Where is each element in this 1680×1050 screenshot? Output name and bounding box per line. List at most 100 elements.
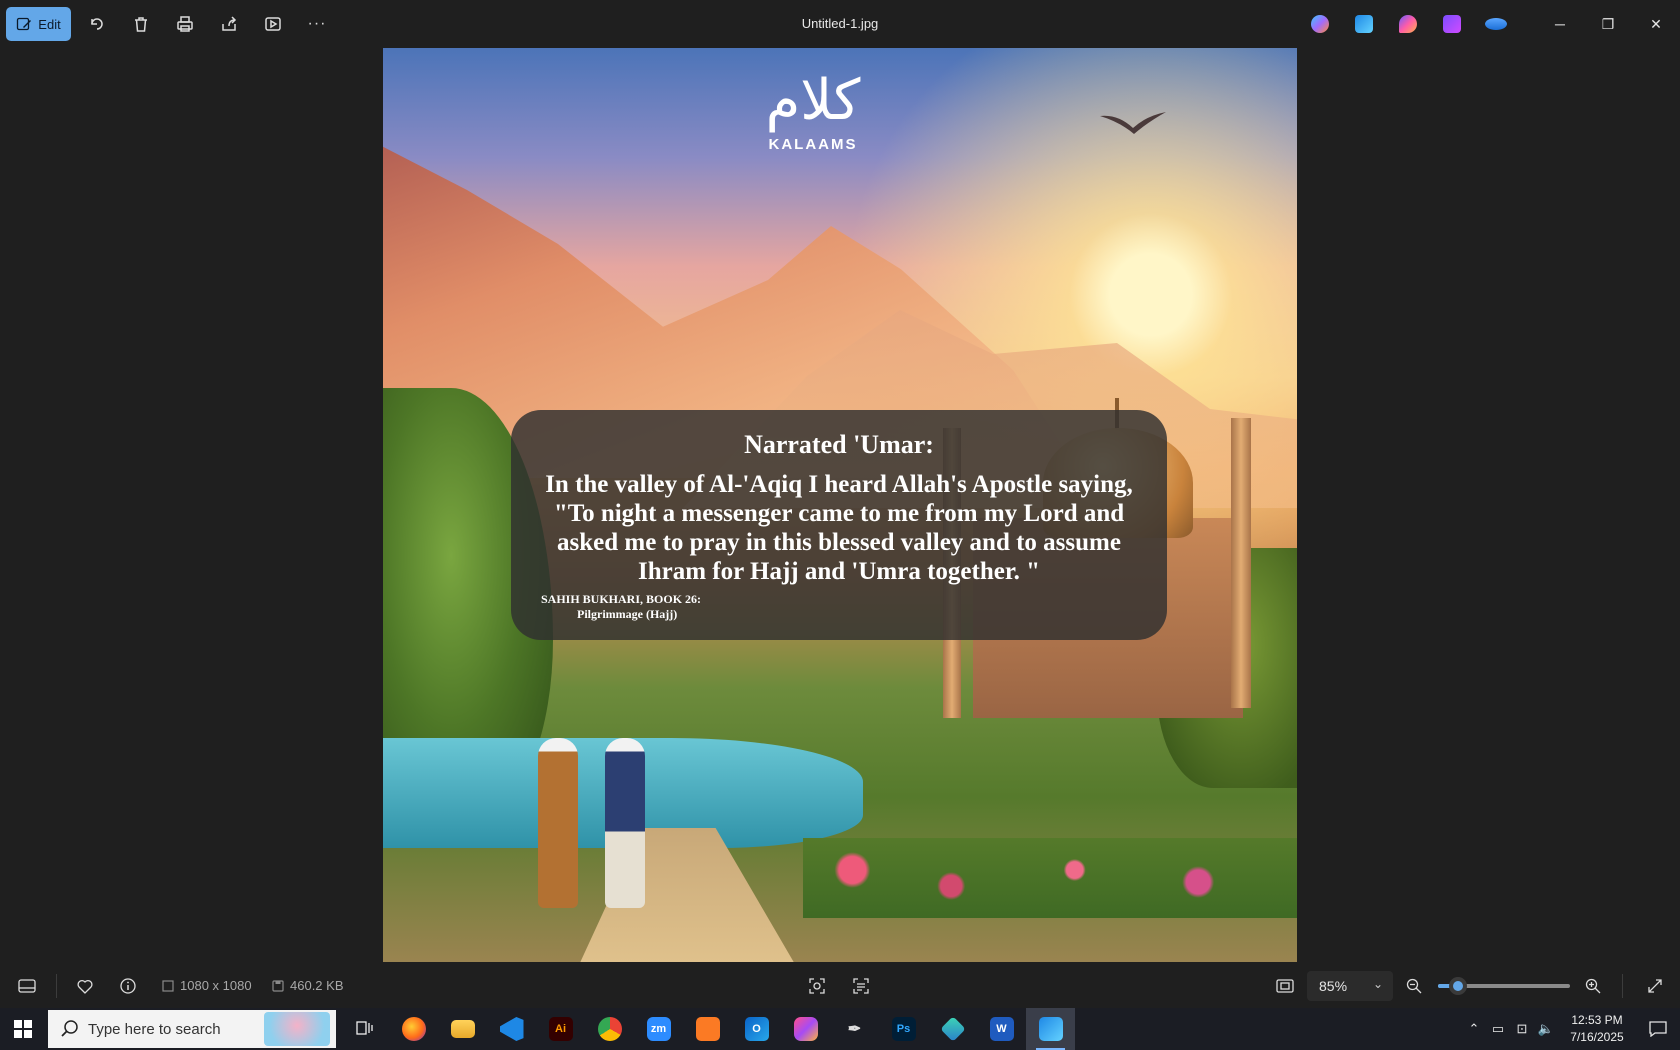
taskbar-vscode[interactable] <box>487 1008 536 1050</box>
notification-icon <box>1649 1021 1667 1037</box>
delete-button[interactable] <box>123 7 159 41</box>
minimize-icon: ─ <box>1555 16 1565 32</box>
full-screen-button[interactable] <box>1640 972 1670 1000</box>
designer-icon <box>1399 15 1417 33</box>
taskbar-clock[interactable]: 12:53 PM 7/16/2025 <box>1558 1012 1636 1046</box>
image-canvas[interactable]: كلام KALAAMS Narrated 'Umar: In the vall… <box>383 48 1297 962</box>
rotate-button[interactable] <box>79 7 115 41</box>
chevron-down-icon: ⌄ <box>1372 977 1383 991</box>
quote-title: Narrated 'Umar: <box>744 430 934 459</box>
favorite-button[interactable] <box>70 972 100 1000</box>
more-options-button[interactable]: ··· <box>299 7 335 41</box>
search-highlight-illustration <box>264 1012 330 1046</box>
taskbar-file-explorer[interactable] <box>438 1008 487 1050</box>
diamond-app-icon <box>939 1016 966 1042</box>
file-size: 460.2 KB <box>272 978 344 993</box>
file-size-text: 460.2 KB <box>290 978 344 993</box>
start-button[interactable] <box>0 1008 46 1050</box>
bird-illustration <box>1100 112 1166 134</box>
taskbar-firefox[interactable] <box>389 1008 438 1050</box>
taskbar-pen-tool[interactable]: ✒ <box>830 1008 879 1050</box>
taskbar-word[interactable]: W <box>977 1008 1026 1050</box>
taskbar-illustrator[interactable]: Ai <box>536 1008 585 1050</box>
edit-image-icon <box>17 17 32 31</box>
zoom-out-icon <box>1406 978 1422 994</box>
restore-button[interactable]: ❐ <box>1584 0 1632 48</box>
word-icon: W <box>989 1017 1014 1041</box>
taskbar-zoom[interactable]: zm <box>634 1008 683 1050</box>
expand-icon <box>1648 979 1662 993</box>
heart-icon <box>77 979 93 994</box>
logo-text: KALAAMS <box>768 136 858 153</box>
source-line-1: SAHIH BUKHARI, BOOK 26: <box>541 592 702 606</box>
tray-volume-button[interactable]: 🔈 <box>1534 1008 1558 1050</box>
illustrator-icon: Ai <box>548 1017 573 1041</box>
designer-button[interactable] <box>1386 0 1430 48</box>
tray-network-button[interactable]: ⊡ <box>1510 1008 1534 1050</box>
search-placeholder: Type here to search <box>88 1020 221 1038</box>
divider <box>1622 974 1623 998</box>
fit-to-window-button[interactable] <box>1270 972 1300 1000</box>
image-dimensions: 1080 x 1080 <box>162 978 252 993</box>
fit-window-icon <box>1276 979 1294 993</box>
visual-search-icon <box>809 978 825 994</box>
edit-button[interactable]: Edit <box>6 7 71 41</box>
photos-app-icon <box>1038 1017 1063 1041</box>
minaret-right <box>1231 418 1251 708</box>
copilot-button[interactable] <box>1298 0 1342 48</box>
zoom-slider[interactable] <box>1438 977 1570 995</box>
onedrive-offline-icon <box>1485 18 1507 30</box>
scan-text-icon <box>853 978 869 994</box>
quote-card: Narrated 'Umar: In the valley of Al-'Aqi… <box>511 410 1167 640</box>
zoom-value: 85% <box>1319 978 1348 994</box>
share-button[interactable] <box>211 7 247 41</box>
photos-editor-button[interactable] <box>1342 0 1386 48</box>
zoom-slider-thumb[interactable] <box>1448 977 1467 995</box>
flower-field <box>803 838 1297 918</box>
taskbar-photos[interactable] <box>1026 1008 1075 1050</box>
vscode-icon <box>499 1017 524 1041</box>
zoom-in-button[interactable] <box>1578 972 1608 1000</box>
onedrive-button[interactable] <box>1474 0 1518 48</box>
notification-center-button[interactable] <box>1636 1008 1680 1050</box>
title-bar: Edit ··· Untitled-1.jpg ─ ❐ ✕ <box>0 0 1680 48</box>
taskbar-photoshop[interactable]: Ps <box>879 1008 928 1050</box>
taskbar-xampp[interactable] <box>683 1008 732 1050</box>
toolbar: Edit ··· <box>6 7 335 41</box>
divider <box>56 974 57 998</box>
file-info-button[interactable] <box>113 972 143 1000</box>
zoom-out-button[interactable] <box>1399 972 1429 1000</box>
more-icon: ··· <box>307 15 327 32</box>
taskbar-search-box[interactable]: Type here to search <box>48 1010 336 1048</box>
taskbar-outlook[interactable]: O <box>732 1008 781 1050</box>
photo-editor-icon <box>1355 15 1373 33</box>
photos-app-window: Edit ··· Untitled-1.jpg ─ ❐ ✕ كلام KALAA… <box>0 0 1680 1008</box>
tray-display-button[interactable]: ▭ <box>1486 1008 1510 1050</box>
taskbar-creative-cloud[interactable] <box>781 1008 830 1050</box>
photoshop-icon: Ps <box>891 1017 916 1041</box>
kalaams-logo: كلام KALAAMS <box>758 66 868 153</box>
close-button[interactable]: ✕ <box>1632 0 1680 48</box>
task-view-button[interactable] <box>340 1008 389 1050</box>
quote-body: In the valley of Al-'Aqiq I heard Allah'… <box>545 471 1133 585</box>
show-hidden-icons-button[interactable]: ⌃ <box>1462 1008 1486 1050</box>
clock-time: 12:53 PM <box>1571 1013 1623 1027</box>
print-button[interactable] <box>167 7 203 41</box>
dimensions-icon <box>162 979 174 992</box>
slideshow-button[interactable] <box>255 7 291 41</box>
slideshow-icon <box>265 17 281 31</box>
zoom-dropdown[interactable]: 85% ⌄ <box>1307 971 1393 1001</box>
dimensions-text: 1080 x 1080 <box>180 978 252 993</box>
info-icon <box>120 978 136 994</box>
filmstrip-button[interactable] <box>12 972 42 1000</box>
firefox-icon <box>401 1017 426 1041</box>
taskbar-chrome[interactable] <box>585 1008 634 1050</box>
volume-icon: 🔈 <box>1537 1021 1555 1036</box>
clipchamp-button[interactable] <box>1430 0 1474 48</box>
visual-search-button[interactable] <box>802 972 832 1000</box>
minimize-button[interactable]: ─ <box>1536 0 1584 48</box>
taskbar-app-diamond[interactable] <box>928 1008 977 1050</box>
scan-text-button[interactable] <box>846 972 876 1000</box>
clipchamp-icon <box>1443 15 1461 33</box>
taskbar-pinned-apps: Ai zm O ✒ Ps W <box>340 1008 1075 1050</box>
